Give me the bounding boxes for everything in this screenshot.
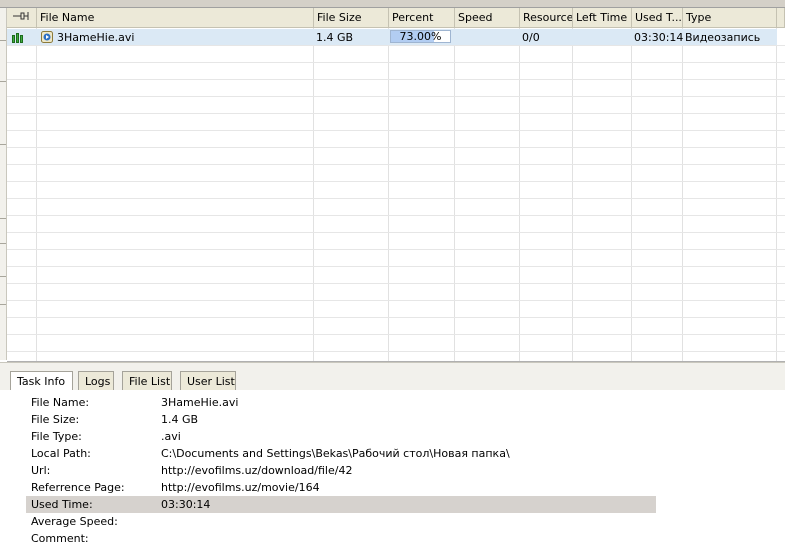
top-toolbar-strip <box>0 0 785 8</box>
column-header-resource[interactable]: Resource <box>520 8 573 28</box>
left-strip-divider <box>0 144 6 145</box>
grid-row-line <box>7 79 785 80</box>
grid-row-line <box>7 283 785 284</box>
column-divider <box>519 28 520 361</box>
grid-row-line <box>7 232 785 233</box>
left-strip-divider <box>0 304 6 305</box>
grid-row-line <box>7 181 785 182</box>
downloading-status-icon <box>12 32 24 46</box>
grid-row-line <box>7 249 785 250</box>
task-type: Видеозапись <box>685 31 761 44</box>
grid-row-line <box>7 215 785 216</box>
left-strip-divider <box>0 243 6 244</box>
info-value: 3HameHie.avi <box>161 396 239 409</box>
info-value[interactable]: http://evofilms.uz/download/file/42 <box>161 464 352 477</box>
media-file-icon <box>40 30 54 47</box>
info-value: .avi <box>161 430 181 443</box>
info-row-local-path: Local Path: C:\Documents and Settings\Be… <box>26 445 656 462</box>
grid-row-line <box>7 62 785 63</box>
info-label: Url: <box>31 464 51 477</box>
left-strip-divider <box>0 218 6 219</box>
task-resource: 0/0 <box>522 31 540 44</box>
info-label: Local Path: <box>31 447 91 460</box>
info-row-file-size: File Size: 1.4 GB <box>26 411 656 428</box>
column-divider <box>313 28 314 361</box>
column-header-filler <box>777 8 785 28</box>
grid-row-line <box>7 45 785 46</box>
info-label: Used Time: <box>31 498 93 511</box>
info-value: 1.4 GB <box>161 413 199 426</box>
info-row-file-name: File Name: 3HameHie.avi <box>26 394 656 411</box>
column-header-used-time[interactable]: Used T... <box>632 8 683 28</box>
grid-row-line <box>7 96 785 97</box>
info-label: File Size: <box>31 413 80 426</box>
left-strip-divider <box>0 81 6 82</box>
grid-row-line <box>7 351 785 352</box>
task-used-time: 03:30:14 <box>634 31 684 44</box>
column-divider <box>572 28 573 361</box>
info-row-comment: Comment: <box>26 530 656 547</box>
column-header-type[interactable]: Type <box>683 8 777 28</box>
left-strip-divider <box>0 40 6 41</box>
grid-row-line <box>7 300 785 301</box>
column-divider <box>682 28 683 361</box>
grid-row-line <box>7 164 785 165</box>
left-panel-strip[interactable] <box>0 8 7 360</box>
tab-logs[interactable]: Logs <box>78 371 114 391</box>
info-row-referrence-page: Referrence Page: http://evofilms.uz/movi… <box>26 479 656 496</box>
column-divider <box>388 28 389 361</box>
column-divider <box>36 28 37 361</box>
column-divider <box>631 28 632 361</box>
grid-row-line <box>7 147 785 148</box>
tab-task-info[interactable]: Task Info <box>10 371 73 392</box>
task-progress-bar: 73.00% <box>390 30 451 43</box>
task-percent: 73.00% <box>399 30 442 43</box>
info-label: File Type: <box>31 430 82 443</box>
grid-row-line <box>7 317 785 318</box>
task-list[interactable]: File Name File Size Percent Speed Resour… <box>7 8 785 362</box>
info-row-url: Url: http://evofilms.uz/download/file/42 <box>26 462 656 479</box>
grid-row-line <box>7 266 785 267</box>
column-header-left-time[interactable]: Left Time <box>573 8 632 28</box>
info-row-used-time[interactable]: Used Time: 03:30:14 <box>26 496 656 513</box>
tab-user-list[interactable]: User List <box>180 371 236 391</box>
detail-tabs: Task Info Logs File List User List <box>0 362 785 392</box>
info-value[interactable]: C:\Documents and Settings\Bekas\Рабочий … <box>161 447 510 460</box>
column-header-speed[interactable]: Speed <box>455 8 520 28</box>
info-value: 03:30:14 <box>161 498 211 511</box>
info-row-file-type: File Type: .avi <box>26 428 656 445</box>
pin-icon <box>13 12 29 20</box>
grid-row-line <box>7 113 785 114</box>
task-info-panel: File Name: 3HameHie.avi File Size: 1.4 G… <box>0 390 785 550</box>
info-value[interactable]: http://evofilms.uz/movie/164 <box>161 481 320 494</box>
info-label: File Name: <box>31 396 90 409</box>
column-divider <box>454 28 455 361</box>
column-header-pin[interactable] <box>7 8 37 28</box>
tab-file-list[interactable]: File List <box>122 371 172 391</box>
task-file-size: 1.4 GB <box>316 31 354 44</box>
info-label: Referrence Page: <box>31 481 125 494</box>
info-row-average-speed: Average Speed: <box>26 513 656 530</box>
task-file-name: 3HameHie.avi <box>57 31 135 44</box>
info-label: Comment: <box>31 532 89 545</box>
column-header-file-size[interactable]: File Size <box>314 8 389 28</box>
column-header-file-name[interactable]: File Name <box>37 8 314 28</box>
grid-row-line <box>7 130 785 131</box>
left-strip-divider <box>0 276 6 277</box>
grid-row-line <box>7 334 785 335</box>
info-label: Average Speed: <box>31 515 118 528</box>
column-divider <box>776 28 777 361</box>
column-header-percent[interactable]: Percent <box>389 8 455 28</box>
grid-row-line <box>7 198 785 199</box>
